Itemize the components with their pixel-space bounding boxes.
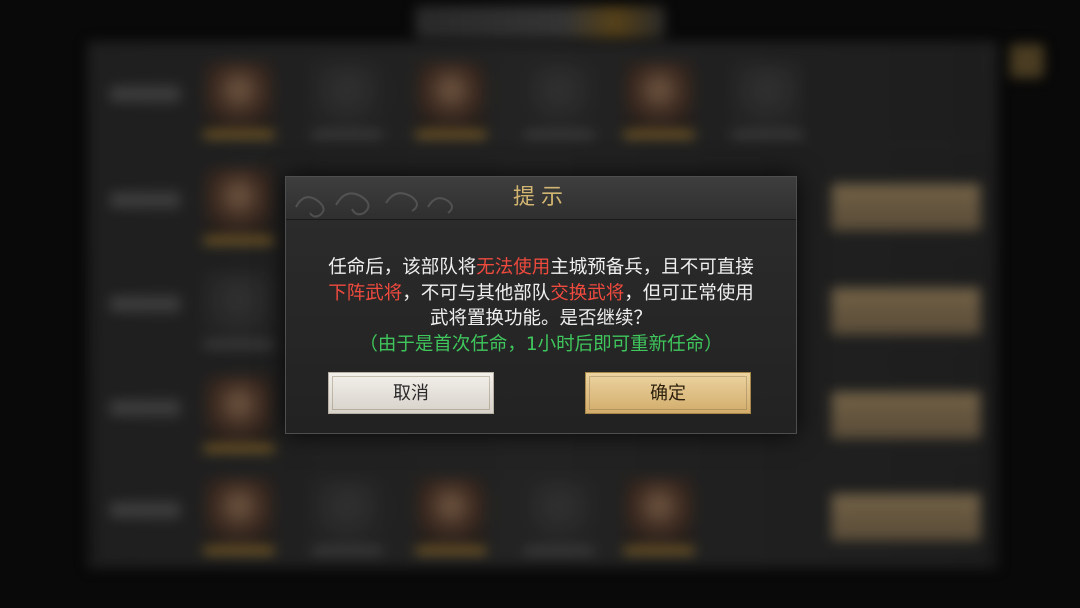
message-text: 任命后，该部队将 [328,257,477,278]
dialog-title-bar: 提示 [286,177,796,220]
dialog-note: （由于是首次任命，1小时后即可重新任命） [359,333,723,355]
warning-text: 无法使用 [476,257,551,278]
message-text: 主城预备兵，且不可直接 [550,257,754,278]
confirm-button[interactable]: 确定 [585,372,751,414]
message-line-1: 任命后，该部队将无法使用主城预备兵，且不可直接 [286,255,796,281]
message-line-2: 下阵武将，不可与其他部队交换武将，但可正常使用 [286,281,796,307]
warning-text: 下阵武将 [328,282,403,304]
message-text: ，不可与其他部队 [402,282,551,304]
warning-text: 交换武将 [550,282,625,304]
cancel-button[interactable]: 取消 [328,372,494,414]
dialog-title: 提示 [512,185,569,210]
confirm-dialog: 提示 任命后，该部队将无法使用主城预备兵，且不可直接 下阵武将，不可与其他部队交… [285,176,797,434]
message-line-3: 武将置换功能。是否继续？ [429,308,652,329]
message-text: ，但可正常使用 [624,282,754,304]
dialog-message: 任命后，该部队将无法使用主城预备兵，且不可直接 下阵武将，不可与其他部队交换武将… [286,255,796,357]
